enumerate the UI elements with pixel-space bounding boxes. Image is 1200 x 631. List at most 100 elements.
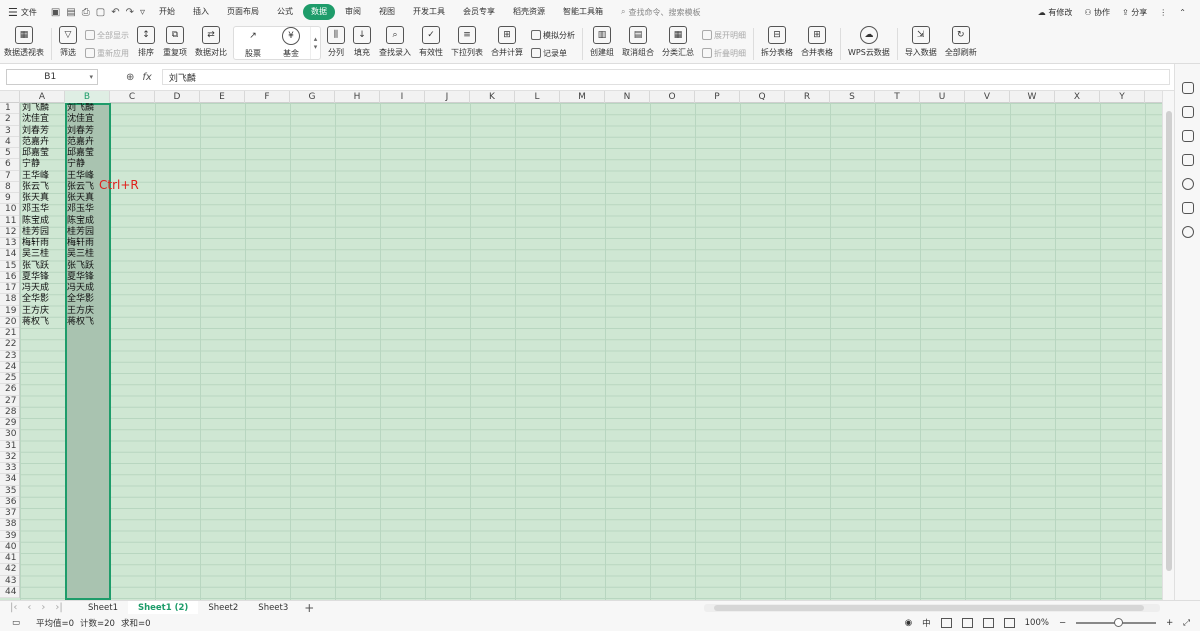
tab-10[interactable]: 智能工具箱 [555, 4, 611, 20]
cell[interactable]: 张飞跃 [20, 261, 49, 272]
row-header[interactable]: 13 [0, 238, 19, 250]
column-header-a[interactable]: A [20, 91, 65, 103]
row-header[interactable]: 6 [0, 159, 19, 171]
horizontal-scroll-thumb[interactable] [714, 604, 1144, 611]
row-header[interactable]: 22 [0, 339, 19, 351]
row-header[interactable]: 39 [0, 531, 19, 542]
row-header[interactable]: 37 [0, 508, 19, 520]
cell[interactable]: 沈佳宜 [65, 114, 94, 125]
input-method-icon[interactable]: 中 [922, 617, 931, 629]
export-pdf-icon[interactable]: ▤ [66, 7, 75, 18]
row-header[interactable]: 10 [0, 204, 19, 216]
column-header-r[interactable]: R [785, 91, 830, 103]
row-header[interactable]: 28 [0, 407, 19, 418]
record-form-button[interactable]: 记录单 [531, 48, 575, 59]
sheet-tab[interactable]: Sheet1 (2) [127, 600, 199, 615]
cell[interactable]: 陈宝成 [65, 216, 94, 227]
row-header[interactable]: 23 [0, 351, 19, 362]
cell[interactable]: 邱嘉莹 [65, 148, 94, 159]
column-header-e[interactable]: E [200, 91, 245, 103]
cell[interactable]: 王华峰 [65, 171, 94, 182]
data-compare-button[interactable]: ⇄ 数据对比 [191, 26, 231, 62]
row-header[interactable]: 11 [0, 216, 19, 227]
first-sheet-icon[interactable]: |‹ [10, 602, 17, 613]
undo-icon[interactable]: ↶ [111, 7, 119, 18]
create-group-button[interactable]: ▥ 创建组 [586, 26, 618, 62]
row-header[interactable]: 5 [0, 148, 19, 160]
column-header-g[interactable]: G [290, 91, 335, 103]
stock-button[interactable]: ↗ 股票 [234, 27, 272, 63]
print-icon[interactable]: ⎙ [82, 7, 90, 18]
collapse-detail-button[interactable]: 折叠明细 [702, 48, 746, 59]
row-header[interactable]: 21 [0, 328, 19, 340]
row-header[interactable]: 41 [0, 553, 19, 565]
cell[interactable]: 冯天成 [20, 283, 49, 294]
cell[interactable]: 蒋权飞 [20, 317, 49, 328]
column-header-n[interactable]: N [605, 91, 650, 103]
spreadsheet-grid[interactable]: 刘飞麟 沈佳宜 刘春芳 范嘉卉 邱嘉莹 宁静 王华峰 张云飞 张天真 邓玉华 陈宝成 桂芳园 梅轩雨 吴三… [0, 91, 1162, 600]
more-dropdown-icon[interactable]: ▿ [140, 7, 145, 18]
cell[interactable]: 梅轩雨 [65, 238, 94, 249]
cell[interactable]: 沈佳宜 [20, 114, 49, 125]
redo-icon[interactable]: ↷ [126, 7, 134, 18]
sheet-tab[interactable]: Sheet2 [198, 601, 248, 615]
collapse-ribbon-icon[interactable]: ⌃ [1179, 8, 1186, 17]
validity-button[interactable]: ✓ 有效性 [415, 26, 447, 62]
row-header[interactable]: 24 [0, 362, 19, 373]
add-sheet-icon[interactable]: + [298, 601, 320, 615]
split-column-button[interactable]: ⫼ 分列 [323, 26, 349, 62]
format-icon[interactable] [1181, 154, 1194, 166]
row-header[interactable]: 25 [0, 373, 19, 385]
duplicates-button[interactable]: ⧉ 重复项 [159, 26, 191, 62]
formula-input[interactable]: 刘飞麟 [161, 69, 1170, 85]
row-header[interactable]: 40 [0, 542, 19, 553]
select-all-corner[interactable] [0, 91, 20, 103]
changes-button[interactable]: ☁ 有修改 [1038, 7, 1073, 18]
fx-icon[interactable]: fx [142, 72, 151, 83]
column-header-p[interactable]: P [695, 91, 740, 103]
row-header[interactable]: 31 [0, 441, 19, 452]
cell[interactable]: 张天真 [65, 193, 94, 204]
column-header-y[interactable]: Y [1100, 91, 1145, 103]
cell[interactable]: 刘春芳 [65, 126, 94, 137]
preview-icon[interactable]: ▢ [96, 7, 105, 18]
subtotal-button[interactable]: ▦ 分类汇总 [658, 26, 698, 62]
horizontal-scrollbar[interactable] [704, 603, 1160, 612]
column-header-v[interactable]: V [965, 91, 1010, 103]
share-button[interactable]: ⇪ 分享 [1122, 7, 1147, 18]
row-header[interactable]: 43 [0, 576, 19, 587]
cell[interactable]: 冯天成 [65, 283, 94, 294]
row-header[interactable]: 36 [0, 497, 19, 508]
row-header[interactable]: 34 [0, 474, 19, 486]
column-header-f[interactable]: F [245, 91, 290, 103]
row-header[interactable]: 18 [0, 294, 19, 306]
cell[interactable]: 范嘉卉 [20, 137, 49, 148]
column-header-b[interactable]: B [65, 91, 110, 103]
style-icon[interactable] [1181, 82, 1194, 94]
cell[interactable]: 王华峰 [20, 171, 49, 182]
row-header[interactable]: 26 [0, 384, 19, 396]
cell[interactable]: 陈宝成 [20, 216, 49, 227]
fund-button[interactable]: ¥ 基金 [272, 27, 310, 63]
column-header-t[interactable]: T [875, 91, 920, 103]
reapply-button[interactable]: 重新应用 [85, 48, 129, 59]
cell[interactable]: 全华影 [20, 294, 49, 305]
help-icon[interactable] [1181, 178, 1194, 190]
dropdown-list-button[interactable]: ≡ 下拉列表 [447, 26, 487, 62]
column-header-x[interactable]: X [1055, 91, 1100, 103]
simulate-analysis-button[interactable]: 模拟分析 [531, 30, 575, 41]
cell[interactable]: 吴三桂 [65, 249, 94, 260]
cell[interactable]: 全华影 [65, 294, 94, 305]
column-header-k[interactable]: K [470, 91, 515, 103]
zoom-slider[interactable] [1076, 617, 1157, 627]
row-header[interactable]: 2 [0, 114, 19, 126]
cell[interactable]: 宁静 [65, 159, 85, 170]
collab-button[interactable]: ⚇ 协作 [1084, 7, 1110, 18]
refresh-all-button[interactable]: ↻ 全部刷新 [941, 26, 981, 62]
row-header[interactable]: 16 [0, 272, 19, 283]
column-header-s[interactable]: S [830, 91, 875, 103]
cell[interactable]: 桂芳园 [20, 227, 49, 238]
cell[interactable]: 吴三桂 [20, 249, 49, 260]
cell[interactable]: 邓玉华 [20, 204, 49, 215]
row-header[interactable]: 9 [0, 193, 19, 205]
